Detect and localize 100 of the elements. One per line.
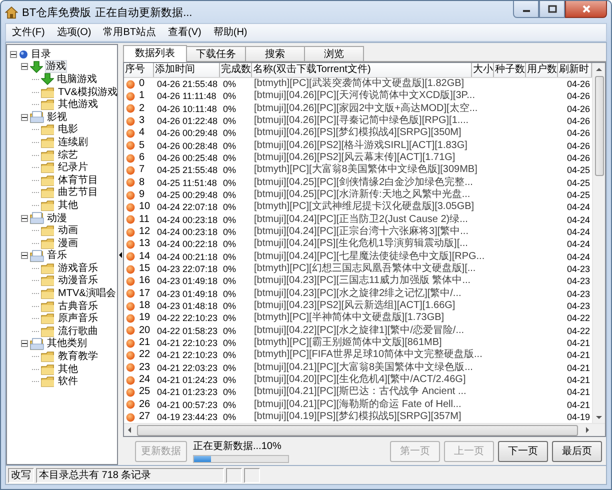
table-cell-text: 04-19 xyxy=(566,411,591,423)
tree-item[interactable]: 动漫 xyxy=(46,212,68,224)
tree-item[interactable]: MTV&演唱会 xyxy=(57,288,117,300)
tree-item[interactable]: 连续剧 xyxy=(57,136,89,148)
table-cell[interactable]: [btmuji][04.24][PC][正当防卫2(Just Cause 2)绿... xyxy=(252,214,494,226)
tree-item[interactable]: 软件 xyxy=(57,376,79,388)
collapse-toggle[interactable] xyxy=(10,50,17,58)
collapse-toggle[interactable] xyxy=(21,252,28,260)
table-cell[interactable]: [btmyth][PC][大富翁8美国繁体中文绿色版][309MB] xyxy=(252,164,494,176)
column-header[interactable]: 完成数 xyxy=(220,63,252,77)
tree-item[interactable]: TV&模拟游戏 xyxy=(57,86,117,98)
page-button[interactable]: 下一页 xyxy=(498,440,548,462)
tree-item[interactable]: 电脑游戏 xyxy=(56,74,98,85)
column-header[interactable]: 用户数 xyxy=(526,63,558,77)
tree-item[interactable]: 综艺 xyxy=(57,150,79,161)
table-cell[interactable]: [btmuji][04.20][PC][生化危机4][繁中/ACT/2.46G] xyxy=(252,374,494,386)
tab[interactable]: 数据列表 xyxy=(123,45,187,62)
table-cell[interactable]: [btmuji][04.25][PC][剑侠情缘2白金沙加绿色完整... xyxy=(252,176,494,189)
table-cell[interactable]: [btmyth][PC][文武神维尼提卡汉化硬盘版][3.05GB] xyxy=(252,201,494,214)
menu-item[interactable]: 常用BT站点 xyxy=(97,25,162,40)
table-cell[interactable]: [btmyth][PC][幻想三国志凤凰吾繁体中文硬盘版][... xyxy=(252,263,494,276)
column-header[interactable]: 种子数 xyxy=(494,63,526,77)
tree-item[interactable]: 纪录片 xyxy=(57,162,89,174)
collapse-toggle[interactable] xyxy=(21,114,28,121)
tab[interactable]: 浏览 xyxy=(304,46,364,61)
tree-item[interactable]: 影视 xyxy=(46,112,68,123)
maximize-icon xyxy=(548,5,556,13)
tree-item[interactable]: 其他 xyxy=(57,200,79,211)
table-cell[interactable]: [btmyth][PC][霸王别姬简体中文版][861MB] xyxy=(252,337,494,350)
table-cell[interactable]: [btmuji][04.26][PC][家园2中文版+高达MOD][太空... xyxy=(252,102,494,115)
column-header[interactable]: 大小 xyxy=(472,63,494,77)
menu-item[interactable]: 帮助(H) xyxy=(207,25,254,40)
vertical-scrollbar[interactable] xyxy=(592,63,605,423)
tree-item[interactable]: 音乐 xyxy=(46,250,68,262)
tree-item[interactable]: 动画 xyxy=(57,225,79,236)
table-cell[interactable]: [btmuji][04.26][PC][天河传说简体中文XCD版][3P... xyxy=(252,90,494,102)
status-dot-icon xyxy=(126,338,135,348)
table-cell-text: 04-24 22:07:18 xyxy=(156,201,219,214)
collapse-toggle[interactable] xyxy=(21,63,28,70)
table-cell[interactable]: [btmuji][04.24][PC][正宗台湾十六张麻将3][繁中... xyxy=(252,226,494,238)
tree-item[interactable]: 其他类别 xyxy=(46,338,88,350)
table-cell[interactable]: [btmuji][04.26][PS][梦幻模拟战4][SRPG][350M] xyxy=(252,127,494,140)
table-cell[interactable]: [btmuji][04.26][PS2][格斗游戏SIRL][ACT][1.83G] xyxy=(252,140,494,152)
tree-item[interactable]: 流行歌曲 xyxy=(57,326,99,337)
table-cell-text: 04-21 00:57:23 xyxy=(156,398,219,411)
table-cell-text: 0% xyxy=(222,411,238,423)
table-cell[interactable]: [btmuji][04.23][PS2][风云新选组][ACT][1.66G] xyxy=(252,300,494,312)
tree-item[interactable]: 其他游戏 xyxy=(57,99,99,110)
table-cell[interactable]: [btmuji][04.26][PS2][风云幕末传][ACT][1.71G] xyxy=(252,152,494,164)
collapse-toggle[interactable] xyxy=(21,214,28,222)
column-header[interactable]: 名称(双击下载Torrent文件) xyxy=(252,63,472,77)
table-cell[interactable]: [btmuji][04.19][PS][梦幻模拟战5][SRPG][357M] xyxy=(252,411,494,423)
tree-item[interactable]: 原声音乐 xyxy=(57,313,99,324)
close-button[interactable] xyxy=(565,1,607,18)
table-cell-text: 04-21 xyxy=(566,398,591,411)
table-cell[interactable]: [btmyth][PC][半神简体中文硬盘版][1.73GB] xyxy=(252,312,494,324)
table-cell[interactable]: [btmyth][PC][FIFA世界足球10简体中文完整硬盘版... xyxy=(252,349,494,362)
table-cell-text: 04-24 xyxy=(566,250,591,263)
table-cell[interactable]: [btmyth][PC][武装突袭简体中文硬盘版][1.82GB] xyxy=(252,78,494,90)
table-cell-text: 0% xyxy=(222,337,238,350)
tree-item[interactable]: 曲艺节目 xyxy=(57,187,99,198)
tab[interactable]: 下载任务 xyxy=(186,46,246,61)
tree-item[interactable]: 体育节目 xyxy=(57,174,99,186)
table-cell-text: 04-24 xyxy=(566,201,591,214)
table-cell: 18 xyxy=(139,300,150,312)
tree-item[interactable]: 目录 xyxy=(30,48,52,60)
tree-item[interactable]: 游戏 xyxy=(45,60,67,74)
column-header[interactable]: 添加时间 xyxy=(154,63,220,77)
tree-item[interactable]: 电影 xyxy=(57,124,79,136)
table-cell[interactable]: [btmuji][04.26][PC][寻秦记简中绿色版][RPG][1.... xyxy=(252,115,494,128)
table-cell[interactable]: [btmuji][04.24][PS][生化危机1导演剪辑震动版][... xyxy=(252,238,494,250)
table-cell[interactable]: [btmuji][04.22][PC][水之旋律1][繁中/恋爱冒险/... xyxy=(252,324,494,337)
folder-icon xyxy=(41,313,55,324)
tree-item[interactable]: 动漫音乐 xyxy=(57,275,99,286)
tree-item[interactable]: 教育教学 xyxy=(57,351,99,362)
menu-item[interactable]: 查看(V) xyxy=(162,25,208,40)
minimize-button[interactable] xyxy=(513,1,539,18)
table-cell-text: 04-21 xyxy=(566,386,591,398)
tree-item[interactable]: 古典音乐 xyxy=(57,300,99,312)
tab[interactable]: 搜索 xyxy=(245,46,305,61)
menu-item[interactable]: 文件(F) xyxy=(6,25,51,40)
menu-item[interactable]: 选项(O) xyxy=(50,25,98,40)
table-cell-text: 04-22 xyxy=(566,324,591,337)
table-cell: 15 xyxy=(139,263,150,276)
tree-item[interactable]: 游戏音乐 xyxy=(57,262,99,274)
tree-item[interactable]: 其他 xyxy=(57,364,79,375)
table-cell[interactable]: [btmuji][04.23][PC][三国志11威力加强版 繁体中... xyxy=(252,275,494,288)
tree-item[interactable]: 漫画 xyxy=(57,238,79,249)
table-cell[interactable]: [btmuji][04.21][PC][海勒斯的命运 Fate of Hell... xyxy=(252,398,494,411)
table-cell[interactable]: [btmuji][04.24][PC][七星魔法使徒绿色中文版][RPG... xyxy=(252,250,494,263)
page-button[interactable]: 最后页 xyxy=(552,440,602,462)
status-dot-icon xyxy=(126,302,135,311)
table-cell[interactable]: [btmuji][04.25][PC][水浒新传:天地之风繁中光盘... xyxy=(252,189,494,202)
table-cell[interactable]: [btmuji][04.21][PC][斯巴达：古代战争 Ancient ... xyxy=(252,386,494,398)
collapse-toggle[interactable] xyxy=(21,340,28,348)
maximize-button[interactable] xyxy=(539,1,565,18)
table-cell[interactable]: [btmuji][04.21][PC][大富翁8美国繁体中文绿色版... xyxy=(252,362,494,374)
column-header[interactable]: 序号 xyxy=(124,63,154,77)
table-cell[interactable]: [btmuji][04.23][PC][水之旋律2绯之记忆][繁中/... xyxy=(252,288,494,300)
status-dot-icon xyxy=(126,104,135,114)
